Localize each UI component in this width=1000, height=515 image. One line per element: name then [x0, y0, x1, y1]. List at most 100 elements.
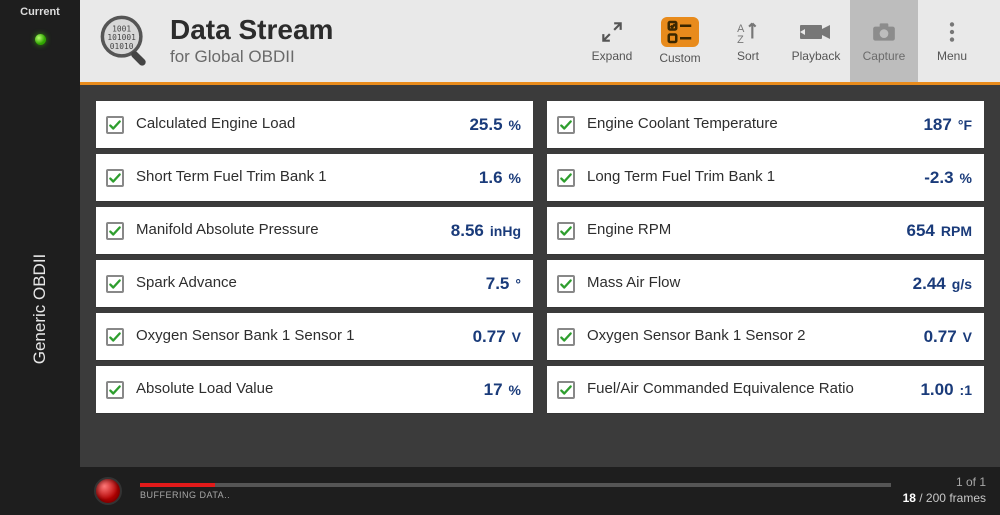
row-unit: %: [509, 117, 521, 133]
data-row[interactable]: Oxygen Sensor Bank 1 Sensor 20.77V: [547, 313, 984, 360]
right-column: Engine Coolant Temperature187°F Long Term…: [547, 101, 984, 451]
row-label: Engine Coolant Temperature: [587, 116, 923, 133]
row-value: 2.44g/s: [913, 274, 972, 294]
sort-icon: A Z: [731, 19, 765, 45]
row-value: 1.6%: [479, 168, 521, 188]
row-label: Spark Advance: [136, 275, 486, 292]
row-value: 0.77V: [473, 327, 521, 347]
row-value: 7.5°: [486, 274, 521, 294]
data-row[interactable]: Calculated Engine Load25.5%: [96, 101, 533, 148]
checkbox-icon[interactable]: [557, 328, 575, 346]
camera-icon: [867, 19, 901, 45]
row-value: 1.00:1: [920, 380, 972, 400]
footer: BUFFERING DATA.. 1 of 1 18 / 200 frames: [80, 467, 1000, 515]
row-value: 187°F: [923, 115, 972, 135]
row-unit: %: [509, 382, 521, 398]
toolbar: Expand Custom A: [578, 0, 986, 82]
progress-wrap: BUFFERING DATA..: [140, 483, 891, 500]
row-label: Short Term Fuel Trim Bank 1: [136, 169, 479, 186]
svg-text:101001: 101001: [107, 33, 136, 42]
data-row[interactable]: Engine RPM654RPM: [547, 207, 984, 254]
data-row[interactable]: Manifold Absolute Pressure8.56inHg: [96, 207, 533, 254]
custom-label: Custom: [659, 51, 700, 65]
sidebar: Current Generic OBDII: [0, 0, 80, 515]
menu-dots-icon: [935, 19, 969, 45]
sidebar-title: Generic OBDII: [30, 254, 50, 365]
progress-fill: [140, 483, 215, 487]
capture-button[interactable]: Capture: [850, 0, 918, 82]
checkbox-icon[interactable]: [106, 328, 124, 346]
row-label: Mass Air Flow: [587, 275, 913, 292]
menu-button[interactable]: Menu: [918, 0, 986, 82]
expand-label: Expand: [592, 49, 633, 63]
row-value: -2.3%: [924, 168, 972, 188]
row-label: Absolute Load Value: [136, 381, 484, 398]
current-label: Current: [20, 0, 60, 18]
row-value: 0.77V: [924, 327, 972, 347]
svg-text:1001: 1001: [112, 24, 131, 33]
page-subtitle: for Global OBDII: [170, 47, 333, 67]
header: 1001 101001 01010 Data Stream for Global…: [80, 0, 1000, 85]
sort-button[interactable]: A Z Sort: [714, 0, 782, 82]
data-row[interactable]: Spark Advance7.5°: [96, 260, 533, 307]
expand-icon: [595, 19, 629, 45]
buffering-text: BUFFERING DATA..: [140, 490, 891, 500]
status-indicator-icon: [35, 34, 46, 45]
svg-text:Z: Z: [737, 34, 744, 45]
checkbox-icon[interactable]: [106, 116, 124, 134]
row-label: Oxygen Sensor Bank 1 Sensor 2: [587, 328, 924, 345]
data-grid: Calculated Engine Load25.5% Short Term Fu…: [80, 85, 1000, 467]
main-panel: 1001 101001 01010 Data Stream for Global…: [80, 0, 1000, 515]
row-label: Manifold Absolute Pressure: [136, 222, 451, 239]
row-unit: °: [515, 276, 521, 292]
checkbox-icon[interactable]: [557, 222, 575, 240]
playback-button[interactable]: Playback: [782, 0, 850, 82]
row-label: Fuel/Air Commanded Equivalence Ratio: [587, 381, 920, 398]
data-row[interactable]: Fuel/Air Commanded Equivalence Ratio1.00…: [547, 366, 984, 413]
custom-checklist-icon: [661, 17, 699, 47]
data-row[interactable]: Long Term Fuel Trim Bank 1-2.3%: [547, 154, 984, 201]
checkbox-icon[interactable]: [106, 381, 124, 399]
menu-label: Menu: [937, 49, 967, 63]
row-unit: g/s: [952, 276, 972, 292]
row-value: 8.56inHg: [451, 221, 521, 241]
data-row[interactable]: Mass Air Flow2.44g/s: [547, 260, 984, 307]
row-unit: V: [963, 329, 972, 345]
data-row[interactable]: Short Term Fuel Trim Bank 11.6%: [96, 154, 533, 201]
data-row[interactable]: Oxygen Sensor Bank 1 Sensor 10.77V: [96, 313, 533, 360]
row-unit: %: [960, 170, 972, 186]
page-counter: 1 of 1: [903, 475, 986, 491]
expand-button[interactable]: Expand: [578, 0, 646, 82]
checkbox-icon[interactable]: [557, 275, 575, 293]
left-column: Calculated Engine Load25.5% Short Term Fu…: [96, 101, 533, 451]
data-row[interactable]: Absolute Load Value17%: [96, 366, 533, 413]
magnifier-binary-icon: 1001 101001 01010: [98, 13, 154, 69]
playback-label: Playback: [792, 49, 841, 63]
checkbox-icon[interactable]: [106, 169, 124, 187]
row-label: Engine RPM: [587, 222, 907, 239]
row-value: 25.5%: [469, 115, 521, 135]
data-row[interactable]: Engine Coolant Temperature187°F: [547, 101, 984, 148]
brand: 1001 101001 01010 Data Stream for Global…: [98, 13, 333, 69]
row-value: 654RPM: [907, 221, 973, 241]
checkbox-icon[interactable]: [106, 275, 124, 293]
row-unit: %: [509, 170, 521, 186]
custom-button[interactable]: Custom: [646, 0, 714, 82]
row-label: Calculated Engine Load: [136, 116, 469, 133]
row-unit: °F: [958, 117, 972, 133]
checkbox-icon[interactable]: [106, 222, 124, 240]
row-unit: V: [512, 329, 521, 345]
svg-text:01010: 01010: [110, 42, 134, 51]
row-unit: inHg: [490, 223, 521, 239]
row-unit: :1: [960, 382, 972, 398]
checkbox-icon[interactable]: [557, 381, 575, 399]
record-button[interactable]: [94, 477, 122, 505]
capture-label: Capture: [863, 49, 906, 63]
row-label: Oxygen Sensor Bank 1 Sensor 1: [136, 328, 473, 345]
page-title: Data Stream: [170, 15, 333, 46]
playback-icon: [799, 19, 833, 45]
row-value: 17%: [484, 380, 521, 400]
progress-bar[interactable]: [140, 483, 891, 487]
checkbox-icon[interactable]: [557, 116, 575, 134]
checkbox-icon[interactable]: [557, 169, 575, 187]
